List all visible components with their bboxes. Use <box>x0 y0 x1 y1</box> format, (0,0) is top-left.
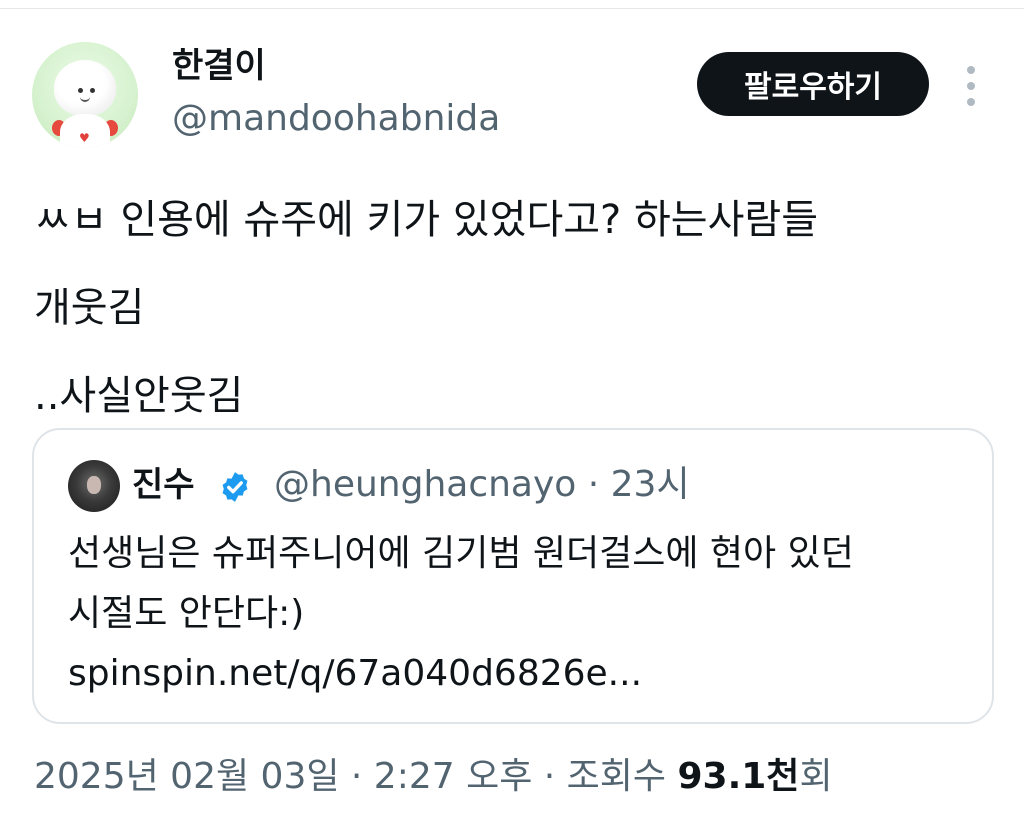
verified-badge-icon <box>222 472 248 502</box>
author-name[interactable]: 한결이 <box>172 44 266 88</box>
quoted-tweet-card[interactable]: 진수 @heunghacnayo · 23시 선생님은 슈퍼주니어에 김기범 원… <box>32 428 994 724</box>
views-count: 93.1천 <box>677 756 800 797</box>
heart-icon: ♥ <box>79 131 90 145</box>
quoted-author-avatar[interactable] <box>68 460 120 512</box>
author-avatar[interactable]: ♥ <box>32 42 138 148</box>
more-options-icon[interactable] <box>958 66 984 106</box>
avatar-body: ♥ <box>60 114 110 148</box>
tweet-datetime[interactable]: 2025년 02월 03일 · 2:27 오후 · 조회수 <box>34 756 677 797</box>
quoted-tweet-text: 선생님은 슈퍼주니어에 김기범 원더걸스에 현아 있던 시절도 안단다:) sp… <box>68 533 854 694</box>
avatar-head <box>54 60 116 116</box>
tweet-text: ㅆㅂ 인용에 슈주에 키가 있었다고? 하는사람들 개웃김 ..사실안웃김 <box>34 197 819 419</box>
top-divider <box>0 8 1024 9</box>
follow-button[interactable]: 팔로우하기 <box>697 52 929 116</box>
quoted-author-name[interactable]: 진수 <box>132 460 195 510</box>
views-suffix: 회 <box>799 756 833 797</box>
quoted-handle-time[interactable]: @heunghacnayo · 23시 <box>274 460 690 510</box>
author-handle[interactable]: @mandoohabnida <box>172 96 500 142</box>
tweet-footer: 2025년 02월 03일 · 2:27 오후 · 조회수 93.1천회 <box>34 752 833 802</box>
